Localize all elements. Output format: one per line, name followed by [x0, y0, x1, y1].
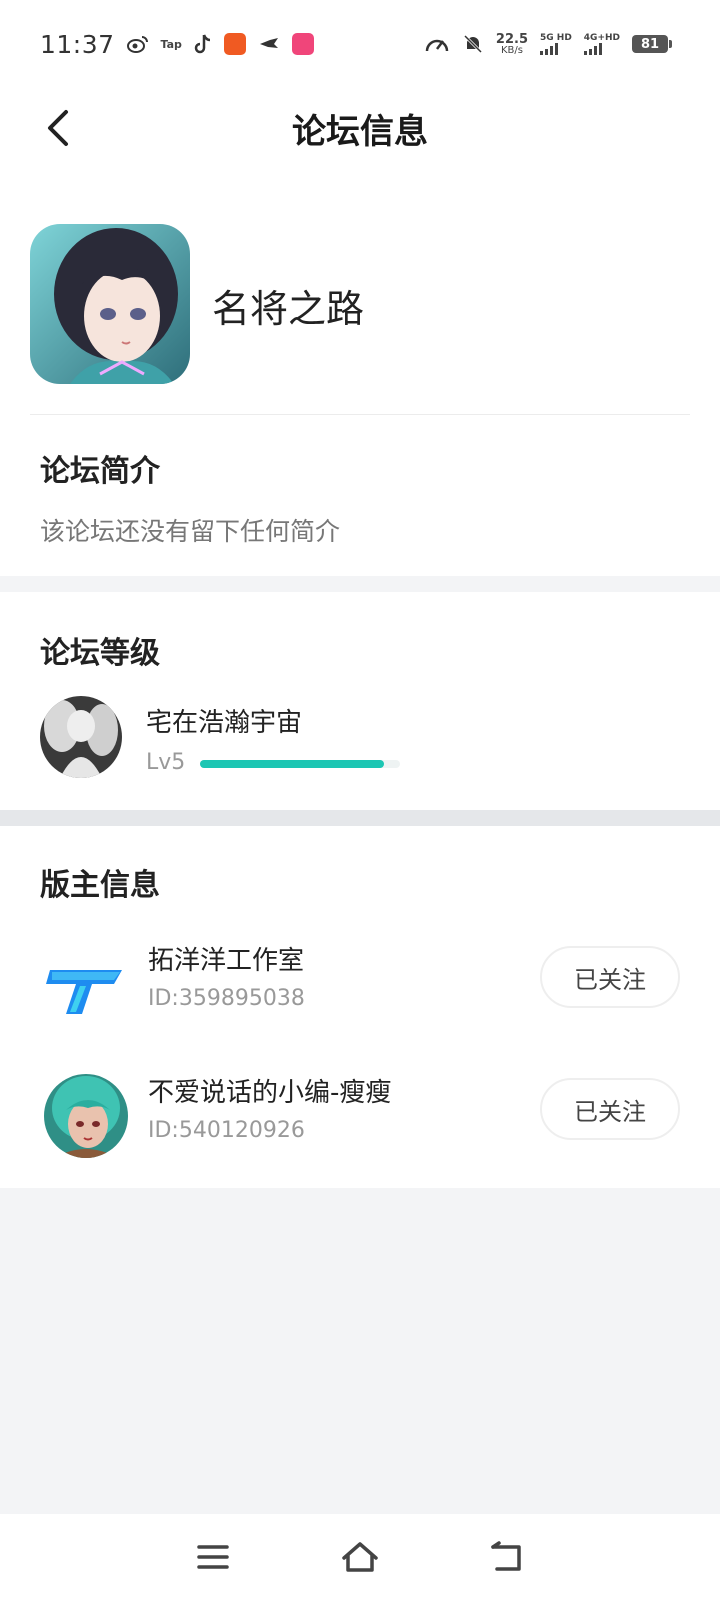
- weibo-icon: [126, 34, 149, 54]
- divider: [30, 414, 690, 415]
- menu-icon: [197, 1545, 230, 1569]
- moderator-name: 不爱说话的小编-瘦瘦: [148, 1078, 392, 1108]
- moderator-avatar[interactable]: [44, 1074, 128, 1158]
- moderator-row[interactable]: 不爱说话的小编-瘦瘦 ID:540120926 已关注: [0, 1064, 720, 1164]
- forum-name: 名将之路: [212, 287, 365, 331]
- status-time: 11:37: [40, 29, 115, 59]
- sim2-signal-icon: 4G+HD: [583, 33, 620, 55]
- level-progress-bar: [200, 760, 400, 768]
- network-speed: 22.5 KB/s: [495, 31, 528, 56]
- taptap-icon: Tap: [160, 37, 182, 51]
- sim1-signal-icon: 5G HD: [540, 33, 572, 55]
- status-bar: 11:37 Tap 22.5 KB/s 5G HD 4G+HD 81: [0, 0, 720, 88]
- menu-button[interactable]: [183, 1527, 243, 1587]
- status-right: 22.5 KB/s 5G HD 4G+HD 81: [424, 31, 672, 56]
- user-avatar[interactable]: [40, 696, 122, 778]
- moderator-avatar[interactable]: [44, 942, 128, 1026]
- page-title: 论坛信息: [292, 111, 428, 152]
- section-separator: [0, 810, 720, 826]
- moderator-id: ID:540120926: [148, 1118, 305, 1143]
- home-icon: [342, 1542, 378, 1572]
- level-label: Lv5: [146, 750, 186, 775]
- moderator-section: 版主信息 拓洋洋工作室 ID:359895038 已关注 不爱说话的小编-瘦瘦 …: [0, 826, 720, 1188]
- back-button[interactable]: [36, 106, 80, 150]
- forum-info-section: 名将之路 论坛简介 该论坛还没有留下任何简介: [0, 168, 720, 576]
- battery-icon: 81: [632, 35, 672, 53]
- forum-avatar: [30, 224, 190, 384]
- follow-button[interactable]: 已关注: [540, 1078, 680, 1140]
- intro-title: 论坛简介: [40, 454, 160, 489]
- chevron-left-icon: [48, 110, 68, 146]
- moderator-title: 版主信息: [40, 868, 160, 903]
- intro-text: 该论坛还没有留下任何简介: [40, 517, 341, 546]
- tiktok-icon: [194, 33, 212, 55]
- back-icon: [490, 1541, 521, 1571]
- status-left: 11:37 Tap: [40, 30, 314, 59]
- level-progress-fill: [200, 760, 384, 768]
- header: 论坛信息: [0, 88, 720, 168]
- follow-button[interactable]: 已关注: [540, 946, 680, 1008]
- bird-icon: [258, 36, 280, 52]
- bell-off-icon: [462, 33, 484, 55]
- back-nav-button[interactable]: [477, 1527, 537, 1587]
- moderator-id: ID:359895038: [148, 986, 305, 1011]
- bilibili-icon: [291, 33, 314, 55]
- moderator-row[interactable]: 拓洋洋工作室 ID:359895038 已关注: [0, 932, 720, 1032]
- moderator-name: 拓洋洋工作室: [148, 946, 305, 976]
- home-button[interactable]: [330, 1527, 390, 1587]
- system-nav-bar: [0, 1514, 720, 1600]
- forum-level-section: 论坛等级 宅在浩瀚宇宙 Lv5: [0, 592, 720, 810]
- app-notification-icon: [223, 33, 246, 55]
- level-title: 论坛等级: [40, 636, 160, 671]
- user-name: 宅在浩瀚宇宙: [146, 708, 303, 738]
- speedometer-icon: [424, 33, 450, 55]
